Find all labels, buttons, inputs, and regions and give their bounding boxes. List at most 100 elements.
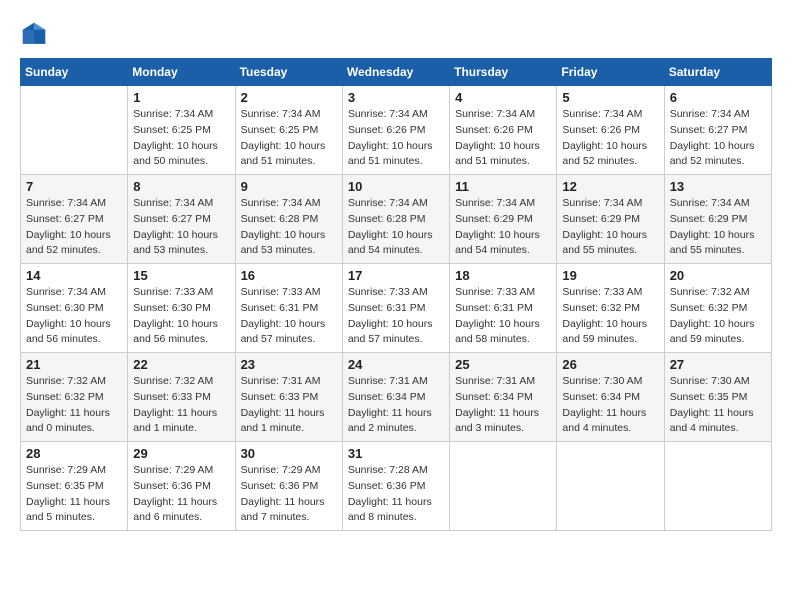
calendar-cell: 28Sunrise: 7:29 AMSunset: 6:35 PMDayligh… [21,442,128,531]
day-number: 25 [455,357,551,372]
page-header [20,20,772,48]
calendar-cell: 8Sunrise: 7:34 AMSunset: 6:27 PMDaylight… [128,175,235,264]
day-number: 24 [348,357,444,372]
day-detail: Sunrise: 7:33 AMSunset: 6:30 PMDaylight:… [133,285,229,348]
calendar-cell: 14 Sunrise: 7:34 AMSunset: 6:30 PMDayligh… [21,264,128,353]
day-detail: Sunrise: 7:34 AMSunset: 6:26 PMDaylight:… [455,107,551,170]
day-detail: Sunrise: 7:34 AMSunset: 6:25 PMDaylight:… [133,107,229,170]
logo [20,20,52,48]
calendar-cell: 9 Sunrise: 7:34 AMSunset: 6:28 PMDaylight… [235,175,342,264]
day-number: 2 [241,90,337,105]
day-detail: Sunrise: 7:34 AMSunset: 6:30 PMDaylight:… [26,285,122,348]
day-number: 13 [670,179,766,194]
calendar-cell [21,86,128,175]
calendar-cell: 23Sunrise: 7:31 AMSunset: 6:33 PMDayligh… [235,353,342,442]
day-detail: Sunrise: 7:31 AMSunset: 6:34 PMDaylight:… [348,374,444,437]
day-number: 1 [133,90,229,105]
day-detail: Sunrise: 7:28 AMSunset: 6:36 PMDaylight:… [348,463,444,526]
day-number: 17 [348,268,444,283]
day-number: 27 [670,357,766,372]
calendar-cell: 24 Sunrise: 7:31 AMSunset: 6:34 PMDayligh… [342,353,449,442]
day-detail: Sunrise: 7:34 AMSunset: 6:29 PMDaylight:… [562,196,658,259]
calendar-cell: 12 Sunrise: 7:34 AMSunset: 6:29 PMDayligh… [557,175,664,264]
calendar-cell: 17 Sunrise: 7:33 AMSunset: 6:31 PMDayligh… [342,264,449,353]
column-header-sunday: Sunday [21,59,128,86]
day-number: 20 [670,268,766,283]
day-number: 7 [26,179,122,194]
calendar-cell: 11 Sunrise: 7:34 AMSunset: 6:29 PMDayligh… [450,175,557,264]
day-number: 26 [562,357,658,372]
calendar-cell: 22 Sunrise: 7:32 AMSunset: 6:33 PMDayligh… [128,353,235,442]
day-number: 12 [562,179,658,194]
day-number: 22 [133,357,229,372]
day-number: 30 [241,446,337,461]
day-detail: Sunrise: 7:33 AMSunset: 6:31 PMDaylight:… [241,285,337,348]
calendar-cell [664,442,771,531]
day-number: 11 [455,179,551,194]
calendar-table: SundayMondayTuesdayWednesdayThursdayFrid… [20,58,772,531]
day-detail: Sunrise: 7:33 AMSunset: 6:31 PMDaylight:… [455,285,551,348]
calendar-cell: 6 Sunrise: 7:34 AMSunset: 6:27 PMDaylight… [664,86,771,175]
day-detail: Sunrise: 7:34 AMSunset: 6:28 PMDaylight:… [348,196,444,259]
calendar-week-row: 14 Sunrise: 7:34 AMSunset: 6:30 PMDayligh… [21,264,772,353]
day-detail: Sunrise: 7:34 AMSunset: 6:27 PMDaylight:… [26,196,122,259]
day-detail: Sunrise: 7:34 AMSunset: 6:25 PMDaylight:… [241,107,337,170]
day-detail: Sunrise: 7:29 AMSunset: 6:36 PMDaylight:… [133,463,229,526]
calendar-cell: 20 Sunrise: 7:32 AMSunset: 6:32 PMDayligh… [664,264,771,353]
logo-icon [20,20,48,48]
day-number: 18 [455,268,551,283]
calendar-cell: 4 Sunrise: 7:34 AMSunset: 6:26 PMDaylight… [450,86,557,175]
day-number: 9 [241,179,337,194]
day-detail: Sunrise: 7:29 AMSunset: 6:35 PMDaylight:… [26,463,122,526]
calendar-cell: 26 Sunrise: 7:30 AMSunset: 6:34 PMDayligh… [557,353,664,442]
day-number: 6 [670,90,766,105]
calendar-cell: 29 Sunrise: 7:29 AMSunset: 6:36 PMDayligh… [128,442,235,531]
day-detail: Sunrise: 7:34 AMSunset: 6:27 PMDaylight:… [670,107,766,170]
day-detail: Sunrise: 7:32 AMSunset: 6:33 PMDaylight:… [133,374,229,437]
day-number: 10 [348,179,444,194]
day-detail: Sunrise: 7:30 AMSunset: 6:34 PMDaylight:… [562,374,658,437]
day-number: 4 [455,90,551,105]
day-detail: Sunrise: 7:32 AMSunset: 6:32 PMDaylight:… [26,374,122,437]
day-number: 5 [562,90,658,105]
calendar-cell: 2 Sunrise: 7:34 AMSunset: 6:25 PMDaylight… [235,86,342,175]
calendar-cell: 1 Sunrise: 7:34 AMSunset: 6:25 PMDaylight… [128,86,235,175]
day-detail: Sunrise: 7:33 AMSunset: 6:31 PMDaylight:… [348,285,444,348]
day-number: 21 [26,357,122,372]
calendar-cell: 25 Sunrise: 7:31 AMSunset: 6:34 PMDayligh… [450,353,557,442]
calendar-cell: 30 Sunrise: 7:29 AMSunset: 6:36 PMDayligh… [235,442,342,531]
calendar-cell [557,442,664,531]
day-number: 3 [348,90,444,105]
column-header-tuesday: Tuesday [235,59,342,86]
day-number: 19 [562,268,658,283]
calendar-header-row: SundayMondayTuesdayWednesdayThursdayFrid… [21,59,772,86]
day-detail: Sunrise: 7:29 AMSunset: 6:36 PMDaylight:… [241,463,337,526]
calendar-cell: 16 Sunrise: 7:33 AMSunset: 6:31 PMDayligh… [235,264,342,353]
column-header-monday: Monday [128,59,235,86]
day-detail: Sunrise: 7:34 AMSunset: 6:28 PMDaylight:… [241,196,337,259]
calendar-week-row: 21 Sunrise: 7:32 AMSunset: 6:32 PMDayligh… [21,353,772,442]
day-detail: Sunrise: 7:34 AMSunset: 6:27 PMDaylight:… [133,196,229,259]
calendar-cell: 31Sunrise: 7:28 AMSunset: 6:36 PMDayligh… [342,442,449,531]
calendar-cell: 5 Sunrise: 7:34 AMSunset: 6:26 PMDaylight… [557,86,664,175]
day-number: 29 [133,446,229,461]
calendar-cell: 7 Sunrise: 7:34 AMSunset: 6:27 PMDaylight… [21,175,128,264]
calendar-cell: 3 Sunrise: 7:34 AMSunset: 6:26 PMDaylight… [342,86,449,175]
day-detail: Sunrise: 7:34 AMSunset: 6:26 PMDaylight:… [348,107,444,170]
calendar-cell: 18 Sunrise: 7:33 AMSunset: 6:31 PMDayligh… [450,264,557,353]
calendar-cell [450,442,557,531]
day-number: 16 [241,268,337,283]
day-detail: Sunrise: 7:32 AMSunset: 6:32 PMDaylight:… [670,285,766,348]
day-detail: Sunrise: 7:31 AMSunset: 6:34 PMDaylight:… [455,374,551,437]
calendar-week-row: 28Sunrise: 7:29 AMSunset: 6:35 PMDayligh… [21,442,772,531]
column-header-saturday: Saturday [664,59,771,86]
day-number: 23 [241,357,337,372]
calendar-cell: 21 Sunrise: 7:32 AMSunset: 6:32 PMDayligh… [21,353,128,442]
day-number: 14 [26,268,122,283]
calendar-cell: 15Sunrise: 7:33 AMSunset: 6:30 PMDayligh… [128,264,235,353]
day-detail: Sunrise: 7:34 AMSunset: 6:26 PMDaylight:… [562,107,658,170]
calendar-cell: 27Sunrise: 7:30 AMSunset: 6:35 PMDayligh… [664,353,771,442]
day-detail: Sunrise: 7:34 AMSunset: 6:29 PMDaylight:… [455,196,551,259]
calendar-cell: 13Sunrise: 7:34 AMSunset: 6:29 PMDayligh… [664,175,771,264]
column-header-friday: Friday [557,59,664,86]
